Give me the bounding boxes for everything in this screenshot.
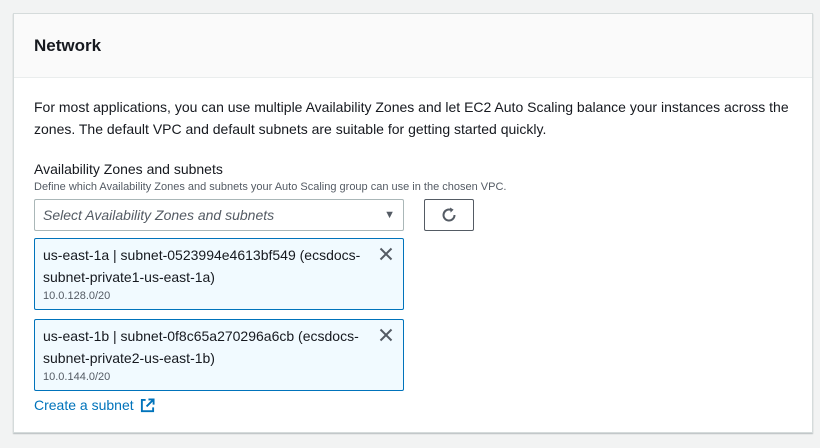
external-link-icon [140, 397, 155, 412]
remove-token-button[interactable] [377, 326, 395, 344]
section-description: For most applications, you can use multi… [34, 99, 789, 137]
panel-header: Network [14, 14, 812, 78]
refresh-icon [442, 207, 456, 222]
token-label: us-east-1a | subnet-0523994e4613bf549 (e… [43, 247, 361, 285]
panel-title: Network [34, 36, 102, 55]
caret-down-icon: ▼ [384, 209, 395, 221]
field-hint: Define which Availability Zones and subn… [34, 181, 507, 193]
network-panel: Network For most applications, you can u… [13, 13, 813, 433]
close-icon [379, 247, 393, 261]
token-label: us-east-1b | subnet-0f8c65a270296a6cb (e… [43, 328, 359, 366]
subnet-token: us-east-1a | subnet-0523994e4613bf549 (e… [34, 238, 404, 310]
field-label: Availability Zones and subnets [34, 161, 223, 177]
close-icon [379, 328, 393, 342]
select-placeholder: Select Availability Zones and subnets [43, 207, 275, 223]
subnet-token: us-east-1b | subnet-0f8c65a270296a6cb (e… [34, 319, 404, 391]
select-row: Select Availability Zones and subnets ▼ [34, 199, 792, 231]
token-cidr: 10.0.128.0/20 [43, 290, 111, 302]
availability-zones-select[interactable]: Select Availability Zones and subnets ▼ [34, 199, 404, 231]
panel-body: For most applications, you can use multi… [14, 78, 812, 415]
remove-token-button[interactable] [377, 245, 395, 263]
create-subnet-link[interactable]: Create a subnet [34, 397, 155, 413]
refresh-button[interactable] [424, 199, 474, 231]
link-label: Create a subnet [34, 397, 134, 413]
token-cidr: 10.0.144.0/20 [43, 371, 111, 383]
